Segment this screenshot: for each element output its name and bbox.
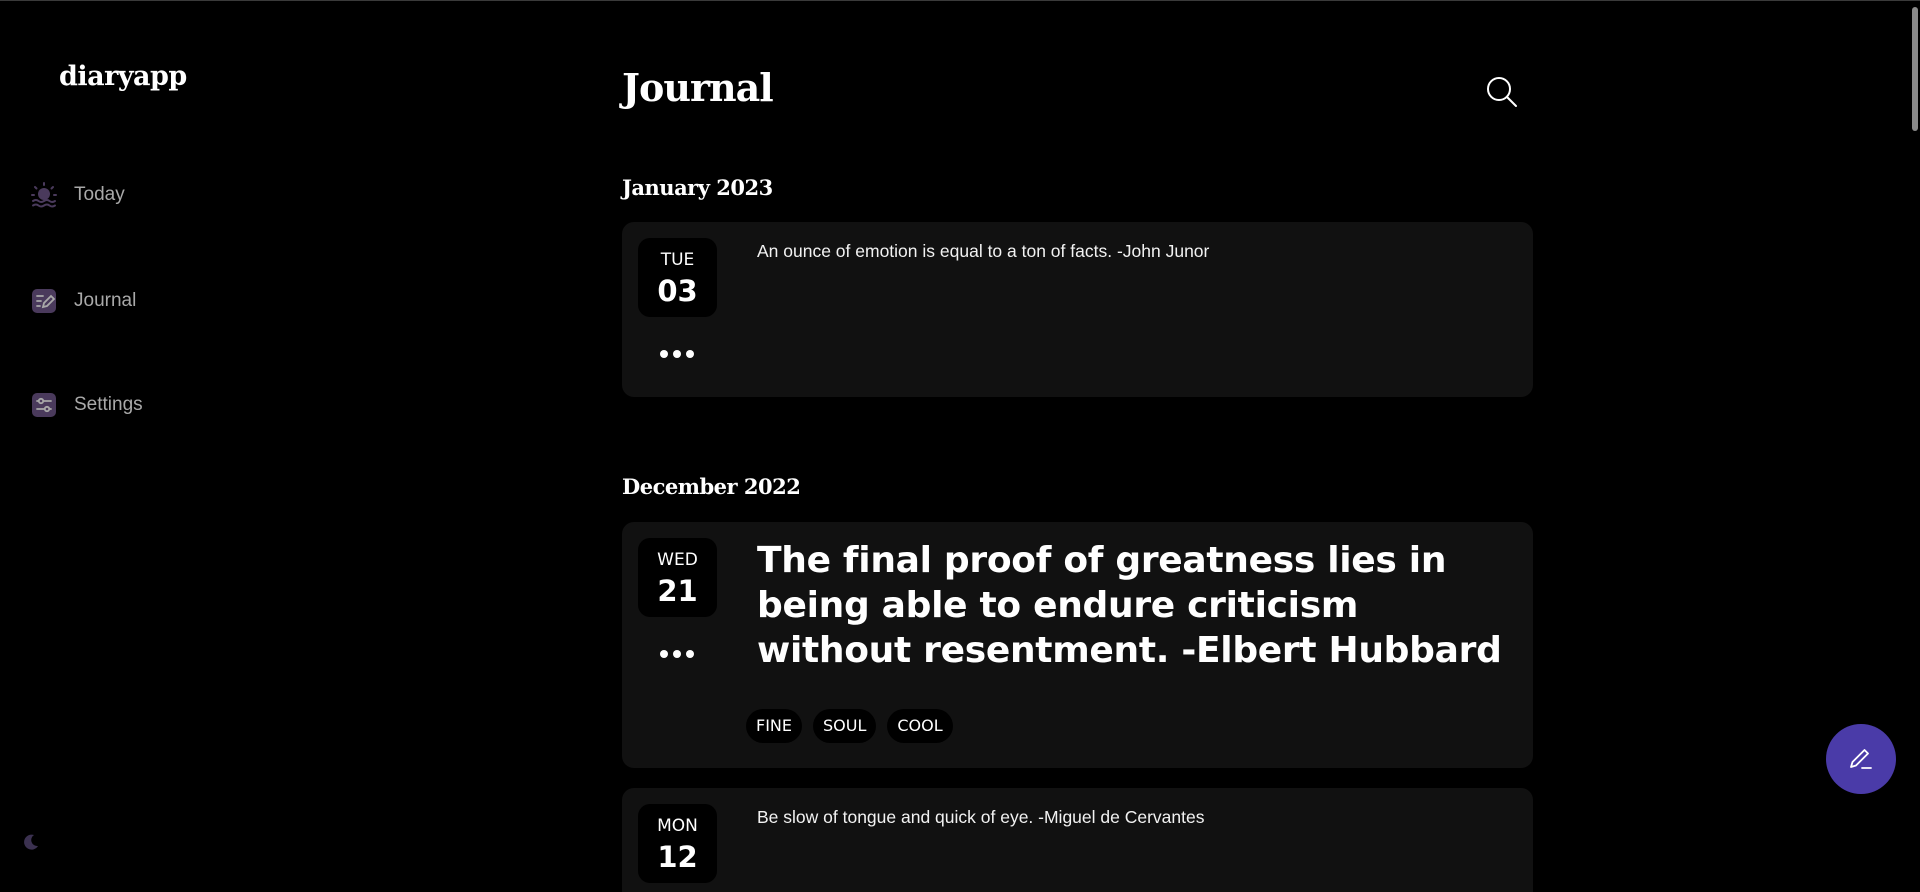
entry-weekday: TUE — [660, 249, 695, 270]
dot-icon — [686, 350, 694, 358]
page-title: Journal — [622, 65, 774, 110]
entry-text: An ounce of emotion is equal to a ton of… — [757, 241, 1210, 261]
sliders-icon — [30, 391, 58, 419]
moon-icon — [24, 834, 38, 850]
date-badge: MON 12 — [638, 804, 717, 883]
dot-icon — [673, 350, 681, 358]
scrollbar-thumb[interactable] — [1912, 7, 1918, 131]
date-badge: WED 21 — [638, 538, 717, 617]
search-icon — [1487, 77, 1517, 107]
tag-list: FINE SOUL COOL — [746, 709, 953, 743]
tag-chip[interactable]: FINE — [746, 709, 802, 743]
search-button[interactable] — [1484, 74, 1520, 110]
sidebar-item-label: Journal — [74, 290, 137, 311]
dot-icon — [660, 650, 668, 658]
theme-toggle-button[interactable] — [22, 833, 40, 851]
date-badge: TUE 03 — [638, 238, 717, 317]
dot-icon — [686, 650, 694, 658]
entry-text: Be slow of tongue and quick of eye. -Mig… — [757, 807, 1205, 827]
sidebar-item-label: Settings — [74, 394, 143, 415]
entry-weekday: WED — [657, 549, 698, 570]
pencil-icon — [1850, 749, 1872, 769]
entry-day: 21 — [657, 573, 698, 608]
sunrise-icon — [30, 181, 58, 209]
tag-chip[interactable]: COOL — [887, 709, 953, 743]
more-options-button[interactable] — [660, 347, 694, 361]
entry-text: The final proof of greatness lies in bei… — [757, 540, 1502, 671]
sidebar-item-today[interactable]: Today — [30, 181, 125, 209]
entry-weekday: MON — [657, 815, 698, 836]
app-window: diaryapp Today Journal Settings Journal … — [0, 0, 1920, 892]
brand-logo[interactable]: diaryapp — [59, 61, 187, 92]
sidebar-item-settings[interactable]: Settings — [30, 391, 143, 419]
month-heading: December 2022 — [622, 474, 801, 499]
sidebar-item-label: Today — [74, 184, 125, 205]
dot-icon — [660, 350, 668, 358]
edit-note-icon — [30, 287, 58, 315]
journal-entry-card[interactable]: WED 21 The final proof of greatness lies… — [622, 522, 1533, 768]
dot-icon — [673, 650, 681, 658]
month-heading: January 2023 — [622, 175, 773, 200]
journal-entry-card[interactable]: TUE 03 An ounce of emotion is equal to a… — [622, 222, 1533, 397]
entry-day: 12 — [657, 839, 698, 874]
tag-chip[interactable]: SOUL — [813, 709, 877, 743]
new-entry-button[interactable] — [1826, 724, 1896, 794]
journal-entry-card[interactable]: MON 12 Be slow of tongue and quick of ey… — [622, 788, 1533, 892]
sidebar-item-journal[interactable]: Journal — [30, 287, 136, 315]
more-options-button[interactable] — [660, 647, 694, 661]
entry-day: 03 — [657, 273, 698, 308]
scrollbar-track — [1910, 1, 1920, 892]
